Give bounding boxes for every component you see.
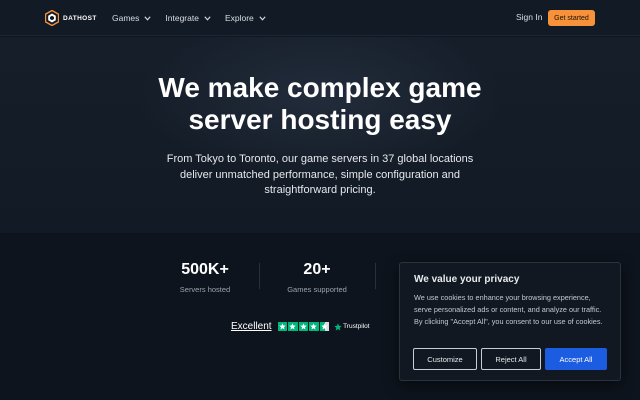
trustpilot-widget[interactable]: Excellent Trustpilot xyxy=(231,321,370,332)
star-icon xyxy=(288,321,298,332)
menu-games-label: Games xyxy=(112,13,140,23)
sign-in-link[interactable]: Sign In xyxy=(516,12,542,22)
menu-games[interactable]: Games xyxy=(112,13,152,23)
brand-logo[interactable]: DATHOST xyxy=(45,10,97,26)
accept-all-button[interactable]: Accept All xyxy=(545,348,607,370)
trustpilot-logo: Trustpilot xyxy=(334,322,370,331)
star-icon xyxy=(309,321,319,332)
chevron-down-icon xyxy=(259,15,266,21)
top-navbar: DATHOST Games Integrate Explore Sign In … xyxy=(0,0,640,36)
stat-divider xyxy=(259,263,260,289)
customize-button[interactable]: Customize xyxy=(413,348,477,370)
chevron-down-icon xyxy=(204,15,211,21)
star-icon xyxy=(277,321,288,332)
stat-label: Servers hosted xyxy=(179,285,231,294)
menu-integrate[interactable]: Integrate xyxy=(165,13,211,23)
stat-label: Games supported xyxy=(287,285,347,294)
get-started-button[interactable]: Get started xyxy=(548,10,595,26)
hero-title: We make complex game server hosting easy xyxy=(120,72,520,136)
hero-section: We make complex game server hosting easy… xyxy=(0,37,640,233)
hero-title-line2: server hosting easy xyxy=(188,104,452,135)
menu-integrate-label: Integrate xyxy=(165,13,199,23)
star-icon xyxy=(298,321,309,332)
stat-value: 500K+ xyxy=(181,261,229,278)
menu-explore-label: Explore xyxy=(224,13,254,23)
brand-name: DATHOST xyxy=(63,14,97,22)
chevron-down-icon xyxy=(144,15,152,21)
trustpilot-star-icon xyxy=(334,322,342,330)
stat-divider xyxy=(375,263,376,289)
cookie-description: We use cookies to enhance your browsing … xyxy=(414,293,603,326)
hero-subtitle: From Tokyo to Toronto, our game servers … xyxy=(166,153,474,196)
stat-games: 20+ Games supported xyxy=(280,261,354,294)
hero-title-line1: We make complex game xyxy=(158,72,482,103)
stat-value: 20+ xyxy=(303,261,331,278)
cookie-consent-dialog: We value your privacy We use cookies to … xyxy=(399,262,621,381)
menu-explore[interactable]: Explore xyxy=(225,13,266,23)
dathost-logo-icon xyxy=(45,10,59,26)
trustpilot-brand: Trustpilot xyxy=(343,323,370,330)
stat-servers: 500K+ Servers hosted xyxy=(170,261,240,294)
reject-all-button[interactable]: Reject All xyxy=(481,348,541,370)
cookie-title: We value your privacy xyxy=(414,274,520,285)
main-menu: Games Integrate Explore xyxy=(112,0,280,36)
trustpilot-stars xyxy=(277,321,331,332)
trustpilot-rating-text[interactable]: Excellent xyxy=(231,321,272,332)
half-star-icon xyxy=(319,321,330,332)
